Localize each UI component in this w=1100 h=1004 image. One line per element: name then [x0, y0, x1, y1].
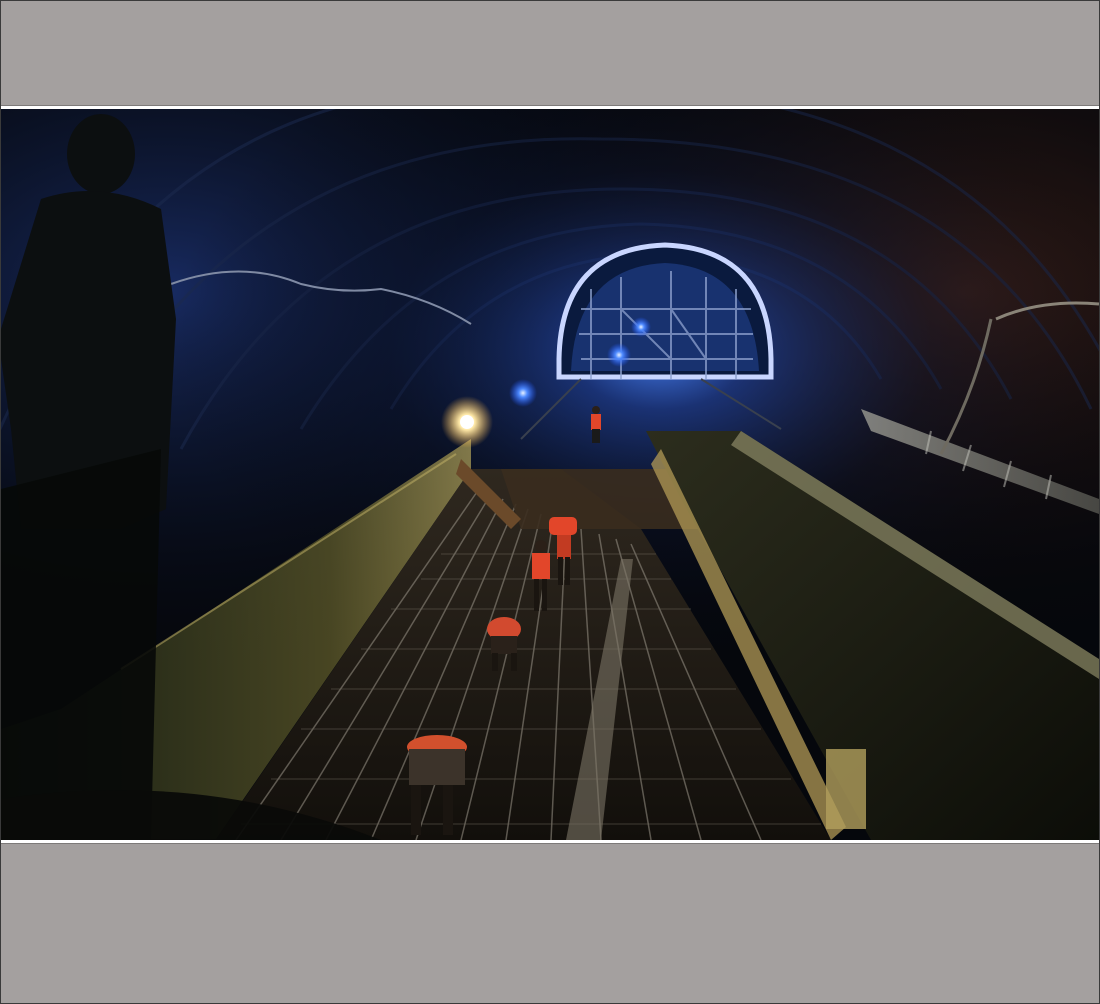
curb-form-block — [826, 749, 866, 829]
top-gray-band — [1, 1, 1099, 106]
tunnel-scene — [1, 109, 1099, 840]
far-blue-lamp — [607, 343, 631, 367]
image-frame — [0, 0, 1100, 1004]
bottom-gray-band — [1, 843, 1099, 1003]
blue-signal-lamp — [509, 379, 537, 407]
far-blue-lamp-2 — [631, 317, 651, 337]
foreground-shadow — [1, 449, 161, 840]
worker-far — [591, 406, 601, 443]
tunnel-photograph — [1, 109, 1099, 840]
warm-lamp-core — [460, 415, 474, 429]
